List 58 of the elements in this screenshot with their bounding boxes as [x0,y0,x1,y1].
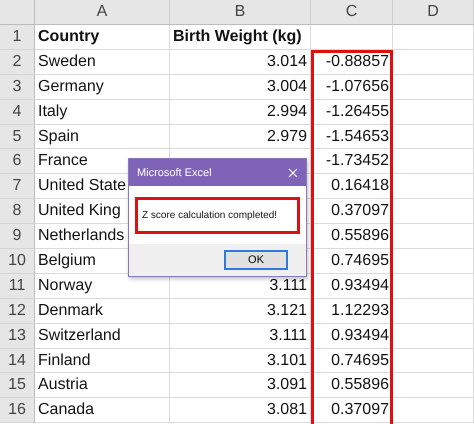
row-header[interactable]: 2 [0,50,35,75]
row-header[interactable]: 11 [0,274,35,299]
column-header[interactable]: B [170,0,311,25]
row-header[interactable]: 14 [0,348,35,374]
table-cell: -1.26455 [311,100,393,125]
table-cell: 0.37097 [311,398,393,424]
table-cell: 2.994 [170,100,311,125]
table-cell: 0.74695 [311,249,393,274]
table-cell: 0.55896 [311,373,393,398]
row-header[interactable]: 6 [0,149,35,174]
row-header[interactable]: 12 [0,298,35,324]
row-header[interactable]: 13 [0,324,35,349]
table-cell: Denmark [35,298,170,324]
row-header[interactable]: 10 [0,249,35,274]
table-cell: 0.37097 [311,199,393,224]
table-cell: Birth Weight (kg) [170,25,311,50]
column-header[interactable]: A [35,0,170,25]
table-cell: 3.014 [170,50,311,75]
table-cell: Austria [35,373,170,398]
table-cell: 3.091 [170,373,311,398]
row-header[interactable]: 9 [0,224,35,250]
table-cell: 3.121 [170,298,311,324]
row-header[interactable]: 7 [0,174,35,200]
table-cell: Italy [35,100,170,125]
table-cell: 3.111 [170,324,311,349]
table-cell: 0.16418 [311,174,393,200]
row-header[interactable]: 3 [0,74,35,100]
table-cell: 0.93494 [311,324,393,349]
row-header[interactable]: 16 [0,398,35,424]
table-cell: 0.55896 [311,224,393,250]
table-cell: Canada [35,398,170,424]
dialog-message: Z score calculation completed! [135,196,300,234]
ok-button[interactable]: OK [224,250,288,270]
column-header[interactable]: D [393,0,474,25]
table-cell: 3.081 [170,398,311,424]
table-cell: Germany [35,74,170,100]
table-cell: Country [35,25,170,50]
table-cell: -1.54653 [311,124,393,150]
table-cell: 1.12293 [311,298,393,324]
table-cell: -1.07656 [311,74,393,100]
table-cell: -0.88857 [311,50,393,75]
table-cell: 3.101 [170,348,311,374]
table-cell: -1.73452 [311,149,393,174]
table-cell: 2.979 [170,124,311,150]
table-cell: 0.74695 [311,348,393,374]
row-header[interactable]: 8 [0,199,35,224]
row-header[interactable]: 15 [0,373,35,398]
table-cell: Switzerland [35,324,170,349]
row-header[interactable]: 5 [0,124,35,150]
table-cell: 0.93494 [311,274,393,299]
row-header[interactable]: 4 [0,100,35,125]
table-cell: 3.004 [170,74,311,100]
row-header[interactable]: 1 [0,25,35,50]
table-cell: Finland [35,348,170,374]
table-cell: Sweden [35,50,170,75]
column-header[interactable]: C [311,0,393,25]
close-icon[interactable] [288,168,298,178]
table-cell: Spain [35,124,170,150]
